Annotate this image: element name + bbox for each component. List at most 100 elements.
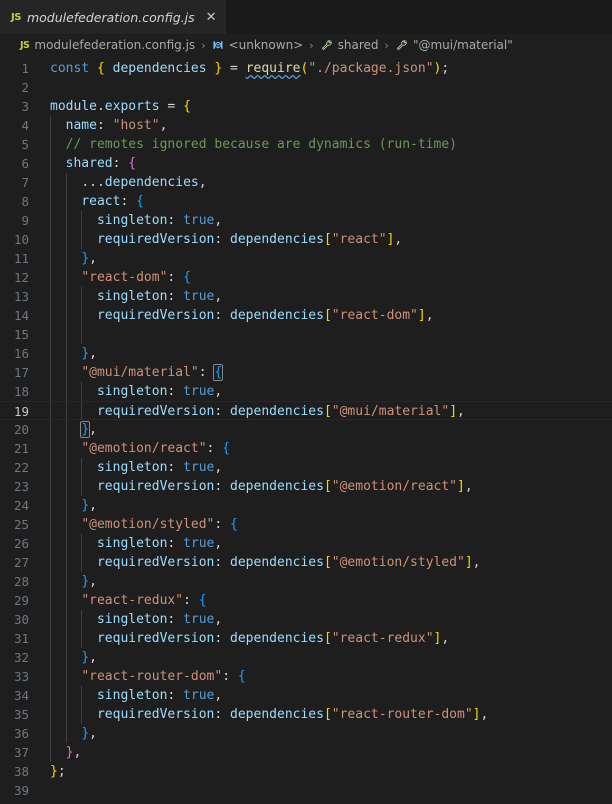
code-line[interactable]: 30 singleton: true,	[0, 610, 612, 629]
code-token: ,	[89, 498, 97, 513]
line-number: 5	[21, 137, 29, 152]
line-number: 10	[13, 232, 29, 247]
code-token: {	[128, 156, 137, 171]
code-token: :	[214, 517, 231, 532]
code-token: ,	[464, 479, 473, 494]
code-line[interactable]: 39	[0, 781, 612, 800]
code-line[interactable]: 25 "@emotion/styled": {	[0, 515, 612, 534]
code-line-text: requiredVersion: dependencies["react-red…	[44, 629, 612, 648]
code-line[interactable]: 6 shared: {	[0, 154, 612, 173]
line-number: 37	[13, 745, 29, 760]
code-line[interactable]: 38};	[0, 762, 612, 781]
code-token: {	[213, 364, 224, 381]
line-number: 14	[13, 308, 29, 323]
close-icon[interactable]: ✕	[206, 11, 217, 24]
code-token: dependencies	[230, 555, 324, 570]
code-token: singleton	[96, 213, 168, 228]
code-token: true	[183, 289, 215, 304]
code-token: ,	[472, 555, 481, 570]
code-token: [	[323, 232, 332, 247]
code-line[interactable]: 29 "react-redux": {	[0, 591, 612, 610]
breadcrumb: JS modulefederation.config.js › <unknown…	[0, 34, 612, 56]
code-line[interactable]: 10 requiredVersion: dependencies["react"…	[0, 230, 612, 249]
code-line-text: requiredVersion: dependencies["@emotion/…	[44, 553, 612, 572]
code-line[interactable]: 26 singleton: true,	[0, 534, 612, 553]
breadcrumb-item-file[interactable]: JS modulefederation.config.js	[18, 38, 197, 52]
code-line[interactable]: 19 requiredVersion: dependencies["@mui/m…	[0, 401, 612, 420]
code-token: singleton	[96, 688, 168, 703]
code-line[interactable]: 2	[0, 78, 612, 97]
code-line[interactable]: 33 "react-router-dom": {	[0, 667, 612, 686]
editor-tab-modulefederation-config-js[interactable]: JS modulefederation.config.js ✕	[0, 0, 226, 34]
code-line-text: singleton: true,	[44, 382, 612, 401]
code-line[interactable]: 9 singleton: true,	[0, 211, 612, 230]
code-line[interactable]: 11 },	[0, 249, 612, 268]
property-icon	[320, 39, 333, 52]
code-line[interactable]: 7 ...dependencies,	[0, 173, 612, 192]
code-line[interactable]: 1 const { dependencies } = require("./pac…	[0, 59, 612, 78]
breadcrumb-item-shared[interactable]: shared	[318, 38, 381, 52]
code-line-text: "react-router-dom": {	[44, 667, 612, 686]
code-line[interactable]: 35 requiredVersion: dependencies["react-…	[0, 705, 612, 724]
code-line[interactable]: 14 requiredVersion: dependencies["react-…	[0, 306, 612, 325]
code-token: singleton	[96, 612, 168, 627]
code-line[interactable]: 17 "@mui/material": {	[0, 363, 612, 382]
code-token: ]	[449, 404, 458, 419]
code-token: [	[323, 631, 332, 646]
code-line[interactable]: 20 },	[0, 420, 612, 439]
code-token: {	[136, 194, 144, 209]
code-line[interactable]: 27 requiredVersion: dependencies["@emoti…	[0, 553, 612, 572]
code-line[interactable]: 12 "react-dom": {	[0, 268, 612, 287]
code-line[interactable]: 28 },	[0, 572, 612, 591]
code-line[interactable]: 13 singleton: true,	[0, 287, 612, 306]
code-line-text: react: {	[44, 192, 612, 211]
code-line[interactable]: 22 singleton: true,	[0, 458, 612, 477]
code-token: }	[81, 251, 90, 266]
code-token: dependencies	[230, 479, 324, 494]
code-token: }	[50, 764, 58, 779]
code-token: :	[167, 213, 184, 228]
code-line[interactable]: 16 },	[0, 344, 612, 363]
code-line[interactable]: 24 },	[0, 496, 612, 515]
indent-guides	[44, 344, 612, 363]
code-token: true	[183, 384, 215, 399]
code-line[interactable]: 31 requiredVersion: dependencies["react-…	[0, 629, 612, 648]
code-token: true	[183, 688, 215, 703]
line-number: 18	[13, 384, 29, 399]
code-line[interactable]: 36 },	[0, 724, 612, 743]
code-token: ,	[214, 384, 223, 399]
code-line[interactable]: 3 module.exports = {	[0, 97, 612, 116]
code-editor[interactable]: 1 const { dependencies } = require("./pac…	[0, 56, 612, 804]
breadcrumb-item-mui-material[interactable]: "@mui/material"	[393, 38, 515, 52]
code-line-text: "react-redux": {	[44, 591, 612, 610]
code-line[interactable]: 34 singleton: true,	[0, 686, 612, 705]
code-token: ;	[57, 764, 66, 779]
breadcrumb-item-unknown[interactable]: <unknown>	[210, 38, 306, 52]
code-token: "react-redux"	[81, 593, 184, 608]
code-line[interactable]: 4 name: "host",	[0, 116, 612, 135]
code-token: dependencies	[112, 61, 207, 76]
code-line[interactable]: 21 "@emotion/react": {	[0, 439, 612, 458]
code-line[interactable]: 23 requiredVersion: dependencies["@emoti…	[0, 477, 612, 496]
code-token: "react-router-dom"	[81, 669, 223, 684]
line-number: 11	[13, 251, 29, 266]
code-line[interactable]: 18 singleton: true,	[0, 382, 612, 401]
code-line[interactable]: 37 },	[0, 743, 612, 762]
code-line[interactable]: 32 },	[0, 648, 612, 667]
code-token: dependencies	[104, 175, 199, 190]
code-token: true	[183, 213, 215, 228]
code-token: :	[167, 536, 184, 551]
code-token: singleton	[96, 536, 168, 551]
code-line[interactable]: 8 react: {	[0, 192, 612, 211]
code-token: }	[80, 421, 91, 438]
code-line[interactable]: 15	[0, 325, 612, 344]
code-line[interactable]: 5 // remotes ignored because are dynamic…	[0, 135, 612, 154]
code-token: ,	[89, 346, 97, 361]
line-number: 21	[13, 441, 29, 456]
